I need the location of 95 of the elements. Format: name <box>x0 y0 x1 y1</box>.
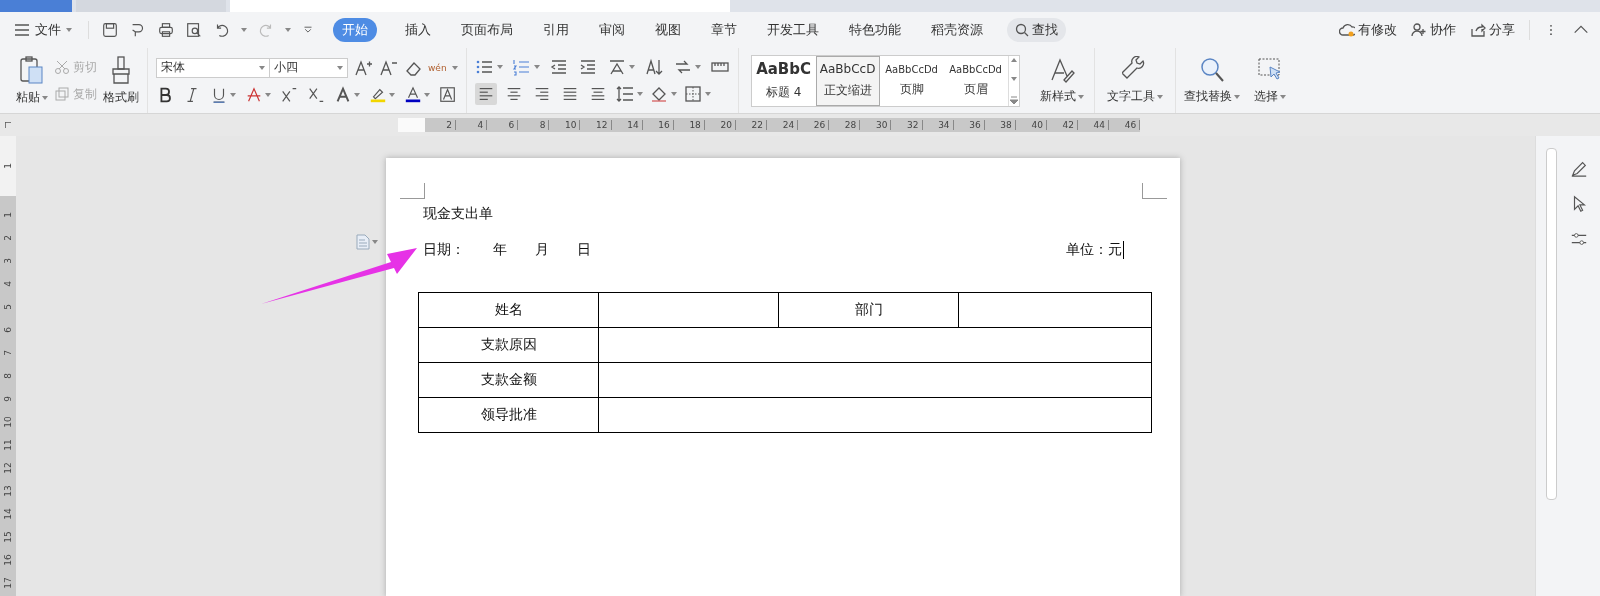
collaborate-button[interactable]: 协作 <box>1411 21 1456 39</box>
paste-button[interactable]: 粘贴 <box>16 55 48 106</box>
scroll-up-icon[interactable] <box>1010 57 1017 62</box>
tab-stop-icon[interactable] <box>5 122 11 128</box>
scrollbar[interactable] <box>1546 148 1557 500</box>
caret-icon[interactable] <box>354 92 360 97</box>
new-style-button[interactable]: 新样式 <box>1039 56 1084 105</box>
caret-icon[interactable] <box>424 92 430 97</box>
clipboard-icon <box>18 55 46 85</box>
corner-mark <box>1142 183 1167 199</box>
caret-icon[interactable] <box>372 240 378 244</box>
share-button[interactable]: 分享 <box>1470 21 1515 39</box>
text-tools-button[interactable]: 文字工具 <box>1106 56 1163 105</box>
save-icon[interactable] <box>101 21 119 39</box>
caret-icon[interactable] <box>496 64 503 69</box>
subscript-icon[interactable] <box>307 85 325 104</box>
horizontal-ruler: 2 4 6 8 10 12 14 16 18 20 22 24 26 28 30 32 34 36 38 40 42 44 46 <box>398 118 1140 132</box>
ribbon-tab[interactable]: 插入 <box>405 18 431 42</box>
ribbon-tab[interactable]: 审阅 <box>599 18 625 42</box>
font-color-icon[interactable] <box>404 85 422 104</box>
date-label: 日 <box>577 241 591 259</box>
ribbon-tab[interactable]: 特色功能 <box>849 18 901 42</box>
search-icon <box>1015 23 1029 37</box>
cloud-icon <box>1339 23 1355 37</box>
ribbon-tab[interactable]: 开发工具 <box>767 18 819 42</box>
share-icon <box>1470 23 1486 37</box>
caret-icon[interactable] <box>265 92 271 97</box>
caret-icon[interactable] <box>241 28 247 32</box>
table-cell: 领导批准 <box>418 397 599 433</box>
character-border-icon[interactable] <box>439 85 457 104</box>
caret-icon[interactable] <box>1233 94 1240 99</box>
pen-letter-icon <box>1048 56 1075 84</box>
ribbon-tab[interactable]: 引用 <box>543 18 569 42</box>
table-cell: 支款原因 <box>418 327 599 363</box>
sliders-icon[interactable] <box>1570 230 1588 248</box>
add-person-icon <box>1411 23 1427 37</box>
date-label: 月 <box>535 241 549 259</box>
style-option[interactable]: AaBbC 标题 4 <box>751 55 816 106</box>
caret-icon[interactable] <box>451 65 458 70</box>
document-title: 现金支出单 <box>422 205 494 223</box>
scroll-down-icon[interactable] <box>1010 76 1017 81</box>
caret-icon[interactable] <box>670 91 677 96</box>
pen-icon[interactable] <box>1570 160 1588 178</box>
print-preview-icon[interactable] <box>185 21 203 39</box>
format-painter-button[interactable]: 格式刷 <box>103 55 139 106</box>
table-cell: 支款金额 <box>418 362 599 398</box>
unit-label: 单位：元 <box>1066 241 1124 259</box>
date-label: 日期： <box>423 241 465 259</box>
style-option[interactable]: AaBbCcDd 页眉 <box>943 55 1008 106</box>
caret-icon[interactable] <box>636 91 643 96</box>
search-button[interactable]: 查找 <box>1007 18 1066 42</box>
magnifier-icon <box>1198 56 1225 84</box>
caret-icon[interactable] <box>694 64 701 69</box>
ribbon-tab[interactable]: 章节 <box>711 18 737 42</box>
caret-icon[interactable] <box>389 92 395 97</box>
corner-mark <box>400 183 425 199</box>
menu-icon <box>14 24 30 36</box>
scissors-icon <box>54 59 70 75</box>
ribbon-tab[interactable]: 页面布局 <box>461 18 513 42</box>
file-menu[interactable]: 文件 <box>14 21 72 39</box>
find-replace-button[interactable]: 查找替换 <box>1183 56 1240 105</box>
style-option[interactable]: AaBbCcD 正文缩进 <box>815 55 880 106</box>
table-cell: 姓名 <box>418 292 599 328</box>
expand-icon[interactable] <box>1009 95 1018 104</box>
caret-icon[interactable] <box>628 64 635 69</box>
brush-icon <box>109 55 133 85</box>
phonetic-guide-button[interactable]: wén <box>428 62 447 73</box>
select-button[interactable]: 选择 <box>1253 56 1286 105</box>
date-label: 年 <box>493 241 507 259</box>
strikethrough-icon[interactable] <box>245 85 263 104</box>
ribbon-tab[interactable]: 稻壳资源 <box>931 18 983 42</box>
style-option[interactable]: AaBbCcDd 页脚 <box>879 55 944 106</box>
caret-icon[interactable] <box>337 65 343 70</box>
caret-icon[interactable] <box>1077 94 1084 99</box>
modified-button[interactable]: 有修改 <box>1339 21 1397 39</box>
caret-icon[interactable] <box>285 28 291 32</box>
caret-icon[interactable] <box>66 28 72 32</box>
font-size-field[interactable]: 小四 <box>270 57 348 78</box>
caret-icon[interactable] <box>230 92 236 97</box>
copy-icon <box>54 86 70 102</box>
caret-icon[interactable] <box>42 95 48 100</box>
superscript-icon[interactable] <box>280 85 298 104</box>
caret-icon[interactable] <box>533 64 540 69</box>
caret-icon[interactable] <box>1279 94 1286 99</box>
borders-icon[interactable] <box>682 83 703 104</box>
text-effect-icon[interactable] <box>334 85 352 104</box>
vertical-ruler: 1 1 2 3 4 5 6 7 8 9 10 11 12 13 14 15 16 17 <box>0 136 16 596</box>
print-icon[interactable] <box>157 21 175 39</box>
caret-icon[interactable] <box>704 91 711 96</box>
align-left-button[interactable] <box>474 82 497 105</box>
caret-icon[interactable] <box>1156 94 1163 99</box>
font-name-field[interactable]: 宋体 <box>156 57 270 78</box>
caret-icon[interactable] <box>259 65 265 70</box>
table-cell: 部门 <box>778 292 959 328</box>
ribbon-tab[interactable]: 视图 <box>655 18 681 42</box>
